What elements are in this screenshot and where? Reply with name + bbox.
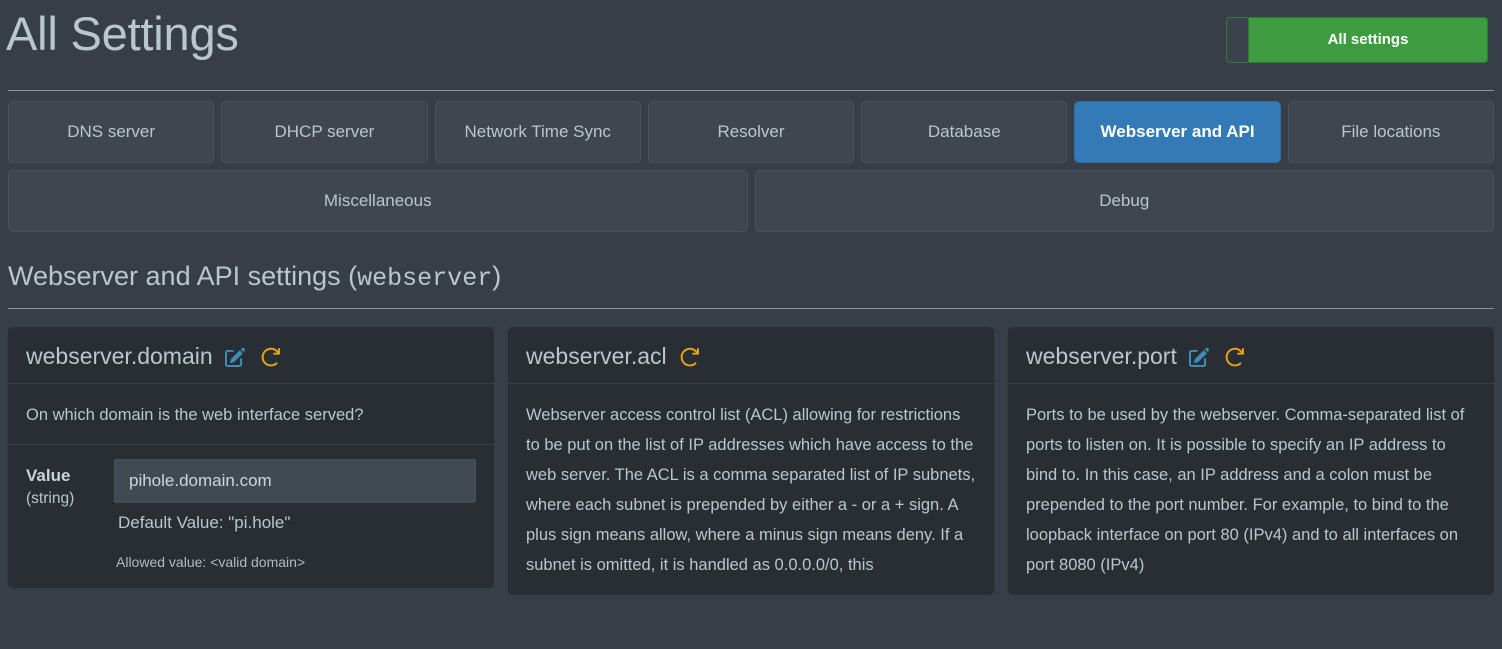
tab-row-secondary: Miscellaneous Debug bbox=[8, 170, 1494, 232]
card-header: webserver.domain bbox=[8, 330, 494, 384]
value-label: Value bbox=[26, 466, 71, 486]
card-description: Ports to be used by the webserver. Comma… bbox=[1026, 406, 1465, 575]
tab-dns-server[interactable]: DNS server bbox=[8, 101, 215, 163]
all-settings-button-group: All settings bbox=[1226, 17, 1488, 63]
card-body: Ports to be used by the webserver. Comma… bbox=[1008, 384, 1494, 594]
rotate-right-icon[interactable] bbox=[258, 344, 283, 369]
section-title-code: webserver bbox=[357, 264, 493, 293]
tab-file-locations[interactable]: File locations bbox=[1287, 101, 1494, 163]
value-field-group: Default Value: "pi.hole" Allowed value: … bbox=[114, 459, 476, 573]
section-title: Webserver and API settings (webserver) bbox=[8, 257, 1494, 298]
allowed-value-text: Allowed value: <valid domain> bbox=[116, 554, 306, 571]
pen-to-square-icon[interactable] bbox=[1187, 344, 1212, 369]
tab-debug[interactable]: Debug bbox=[754, 170, 1494, 232]
card-description: Webserver access control list (ACL) allo… bbox=[526, 406, 976, 575]
settings-cards: webserver.domain On which domain is the … bbox=[0, 309, 1502, 595]
card-title: webserver.domain bbox=[26, 343, 213, 369]
tab-database[interactable]: Database bbox=[861, 101, 1068, 163]
card-title: webserver.acl bbox=[526, 343, 667, 369]
tab-network-time-sync[interactable]: Network Time Sync bbox=[434, 101, 641, 163]
section-title-close: ) bbox=[492, 261, 502, 291]
tab-row-primary: DNS server DHCP server Network Time Sync… bbox=[8, 101, 1494, 163]
card-body: Webserver access control list (ACL) allo… bbox=[508, 384, 994, 594]
page-header: All Settings All settings bbox=[0, 0, 1502, 90]
page-title: All Settings bbox=[6, 7, 239, 60]
pen-to-square-icon[interactable] bbox=[223, 344, 248, 369]
card-header: webserver.acl bbox=[508, 330, 994, 384]
section-header: Webserver and API settings (webserver) bbox=[0, 239, 1502, 309]
card-body: On which domain is the web interface ser… bbox=[8, 384, 494, 587]
setting-card-webserver-domain: webserver.domain On which domain is the … bbox=[8, 327, 494, 588]
tab-miscellaneous[interactable]: Miscellaneous bbox=[8, 170, 748, 232]
value-row: Value (string) Default Value: "pi.hole" … bbox=[26, 445, 476, 573]
rotate-right-icon[interactable] bbox=[677, 344, 702, 369]
card-title: webserver.port bbox=[1026, 343, 1177, 369]
default-value-text: Default Value: "pi.hole" bbox=[118, 513, 291, 533]
all-settings-button[interactable]: All settings bbox=[1248, 17, 1488, 63]
tab-resolver[interactable]: Resolver bbox=[647, 101, 855, 163]
tab-webserver-and-api[interactable]: Webserver and API bbox=[1074, 101, 1281, 163]
header-actions: All settings bbox=[1226, 17, 1488, 63]
value-type: (string) bbox=[26, 490, 75, 508]
card-description: On which domain is the web interface ser… bbox=[26, 406, 364, 424]
tab-dhcp-server[interactable]: DHCP server bbox=[221, 101, 428, 163]
card-header: webserver.port bbox=[1008, 330, 1494, 384]
settings-tabs: DNS server DHCP server Network Time Sync… bbox=[0, 91, 1502, 232]
settings-toggle-stub-button[interactable] bbox=[1226, 17, 1248, 63]
setting-card-webserver-port: webserver.port Ports to be used by the w… bbox=[1008, 327, 1494, 595]
section-title-text: Webserver and API settings ( bbox=[8, 261, 358, 291]
value-label-group: Value (string) bbox=[26, 459, 114, 510]
rotate-right-icon[interactable] bbox=[1222, 344, 1247, 369]
setting-card-webserver-acl: webserver.acl Webserver access control l… bbox=[508, 327, 994, 595]
webserver-domain-input[interactable] bbox=[114, 459, 476, 504]
